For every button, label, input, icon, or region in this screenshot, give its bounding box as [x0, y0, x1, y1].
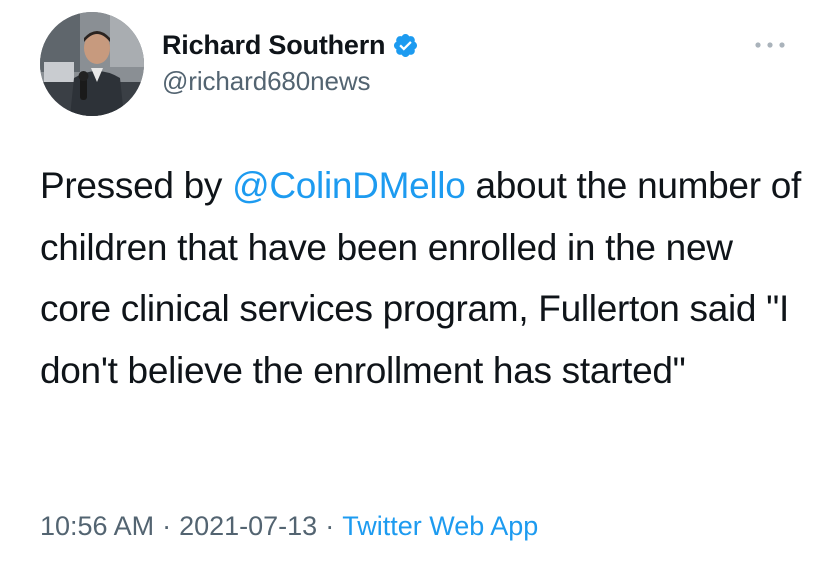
tweet-time[interactable]: 10:56 AM	[40, 511, 154, 541]
verified-badge-icon	[392, 32, 419, 59]
tweet-source-link[interactable]: Twitter Web App	[342, 511, 538, 541]
handle[interactable]: @richard680news	[162, 66, 419, 97]
author-block: Richard Southern @richard680news	[162, 24, 419, 97]
tweet-text: Pressed by @ColinDMello about the number…	[40, 155, 810, 401]
tweet-text-start: Pressed by	[40, 165, 233, 206]
more-options-icon[interactable]	[753, 38, 787, 52]
tweet-card: Richard Southern @richard680news Pressed…	[0, 0, 828, 574]
avatar[interactable]	[40, 12, 144, 116]
tweet-date[interactable]: 2021-07-13	[179, 511, 317, 541]
mention-link[interactable]: @ColinDMello	[232, 165, 466, 206]
avatar-photo	[40, 12, 144, 116]
meta-separator: ·	[162, 511, 172, 541]
name-row: Richard Southern	[162, 24, 419, 66]
meta-separator: ·	[325, 511, 335, 541]
tweet-meta: 10:56 AM · 2021-07-13 · Twitter Web App	[40, 511, 538, 542]
display-name[interactable]: Richard Southern	[162, 30, 386, 61]
